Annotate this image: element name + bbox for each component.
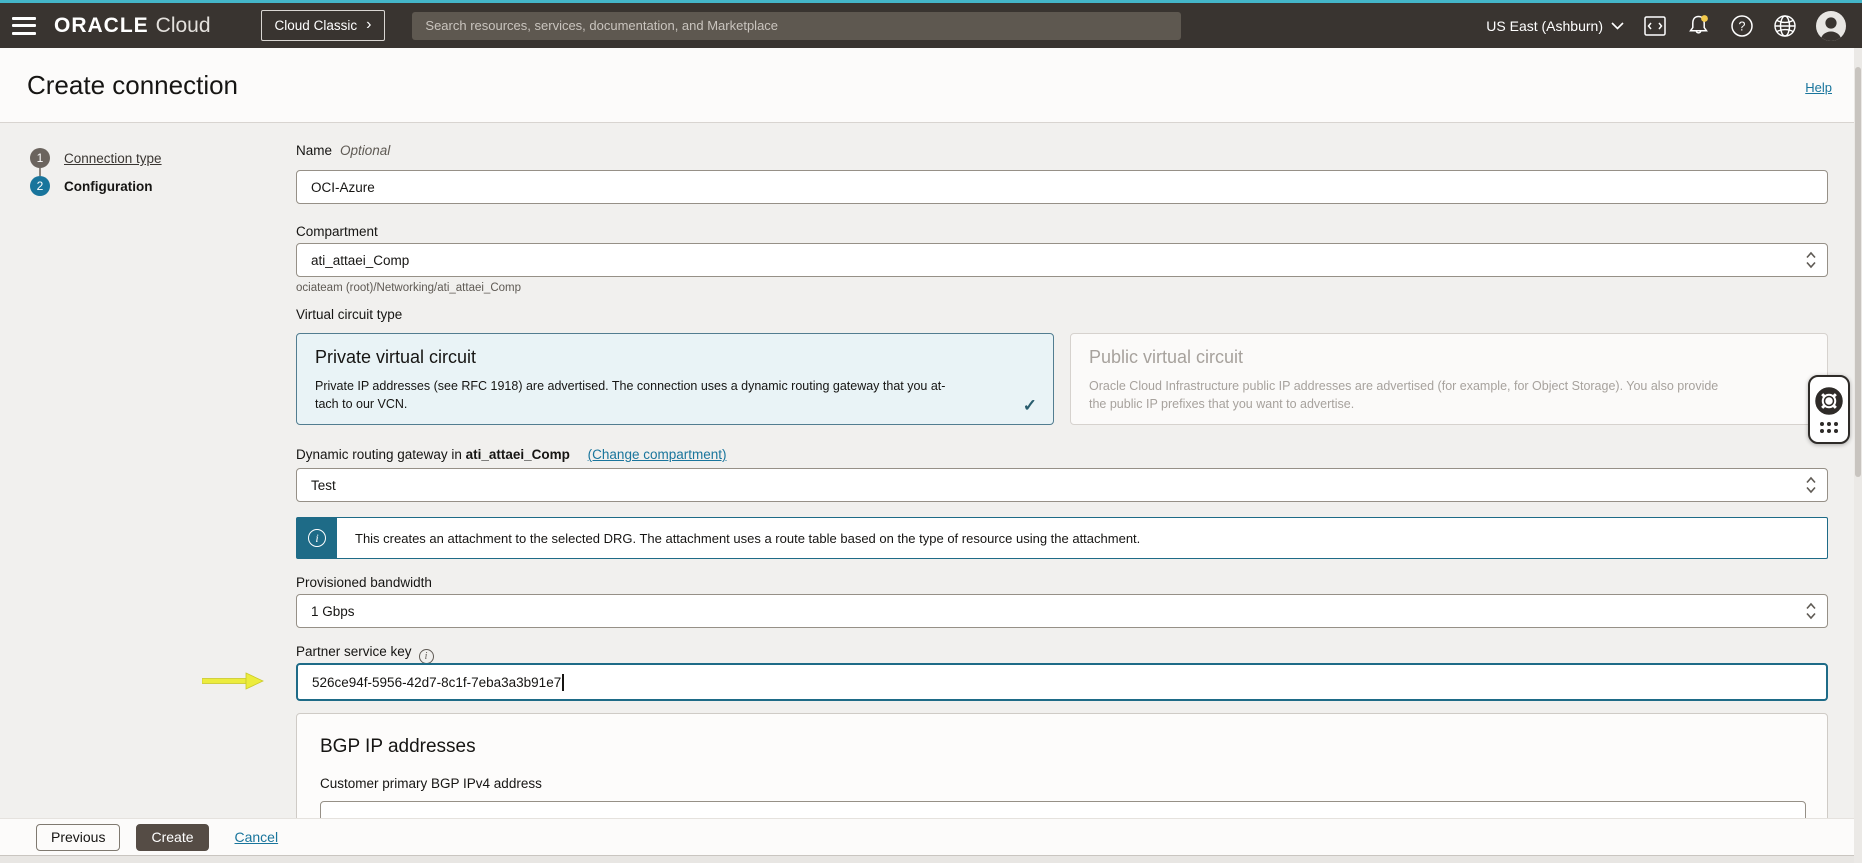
search-input[interactable] xyxy=(412,12,1181,40)
cloud-shell-icon[interactable] xyxy=(1643,14,1667,38)
info-banner-message: This creates an attachment to the select… xyxy=(337,518,1140,558)
drg-label: Dynamic routing gateway in ati_attaei_Co… xyxy=(296,447,726,462)
user-avatar[interactable] xyxy=(1816,11,1846,41)
drg-select[interactable]: Test xyxy=(296,468,1828,502)
help-link[interactable]: Help xyxy=(1805,80,1832,95)
page-header: Create connection Help xyxy=(0,48,1854,123)
public-virtual-circuit-card[interactable]: Public virtual circuit Oracle Cloud Infr… xyxy=(1070,333,1828,425)
text-cursor xyxy=(562,674,564,691)
language-globe-icon[interactable] xyxy=(1773,14,1797,38)
cancel-link[interactable]: Cancel xyxy=(235,829,279,845)
cloud-classic-button[interactable]: Cloud Classic › xyxy=(261,10,386,41)
chevron-right-icon: › xyxy=(366,17,371,33)
brand-oracle: ORACLE xyxy=(54,14,149,38)
compartment-value: ati_attaei_Comp xyxy=(311,253,409,268)
topbar-right-group: US East (Ashburn) ? xyxy=(1486,11,1846,41)
partner-key-info-icon[interactable]: i xyxy=(419,649,434,664)
step-connector xyxy=(39,168,41,176)
vertical-scrollbar-thumb[interactable] xyxy=(1855,67,1861,477)
select-spinner-icon xyxy=(1806,251,1816,269)
customer-primary-bgp-input[interactable] xyxy=(320,801,1806,818)
step-connection-type-link[interactable]: Connection type xyxy=(64,151,162,166)
footer-action-bar: Previous Create Cancel xyxy=(0,818,1854,856)
name-label: NameOptional xyxy=(296,143,390,158)
cloud-classic-label: Cloud Classic xyxy=(275,18,358,33)
virtual-circuit-type-cards: Private virtual circuit Private IP addre… xyxy=(296,333,1828,425)
compartment-select[interactable]: ati_attaei_Comp xyxy=(296,243,1828,277)
change-compartment-link[interactable]: (Change compartment) xyxy=(588,447,727,462)
private-virtual-circuit-card[interactable]: Private virtual circuit Private IP addre… xyxy=(296,333,1054,425)
selected-check-icon: ✓ xyxy=(1023,396,1037,416)
drg-compartment-name: ati_attaei_Comp xyxy=(466,447,570,462)
public-card-description: Oracle Cloud Infrastructure public IP ad… xyxy=(1089,377,1809,413)
main-content: 1 2 Connection type Configuration NameOp… xyxy=(0,123,1854,818)
create-button[interactable]: Create xyxy=(136,824,208,851)
notifications-bell-icon[interactable] xyxy=(1686,13,1711,38)
partner-service-key-input[interactable]: 526ce94f-5956-42d7-8c1f-7eba3a3b91e7 xyxy=(296,663,1828,701)
brand-cloud: Cloud xyxy=(156,14,211,38)
notification-badge xyxy=(1701,15,1708,22)
bgp-ip-addresses-section: BGP IP addresses Customer primary BGP IP… xyxy=(296,713,1828,818)
step-configuration-label: Configuration xyxy=(64,179,152,194)
bandwidth-select[interactable]: 1 Gbps xyxy=(296,594,1828,628)
svg-text:?: ? xyxy=(1739,19,1746,33)
compartment-path: ociateam (root)/Networking/ati_attaei_Co… xyxy=(296,282,521,294)
select-spinner-icon xyxy=(1806,476,1816,494)
bgp-section-title: BGP IP addresses xyxy=(320,736,476,758)
support-helper-widget[interactable] xyxy=(1808,375,1850,444)
bandwidth-value: 1 Gbps xyxy=(311,604,355,619)
region-selector[interactable]: US East (Ashburn) xyxy=(1486,18,1624,34)
drg-value: Test xyxy=(311,478,336,493)
oracle-cloud-logo[interactable]: ORACLE Cloud xyxy=(54,14,211,38)
top-navigation-bar: ORACLE Cloud Cloud Classic › US East (As… xyxy=(0,0,1862,48)
info-icon: i xyxy=(308,529,326,547)
virtual-circuit-type-label: Virtual circuit type xyxy=(296,307,402,322)
chevron-down-icon xyxy=(1611,22,1624,30)
private-card-title: Private virtual circuit xyxy=(315,347,1035,368)
partner-service-key-value: 526ce94f-5956-42d7-8c1f-7eba3a3b91e7 xyxy=(312,675,561,690)
help-question-icon[interactable]: ? xyxy=(1730,14,1754,38)
bandwidth-label: Provisioned bandwidth xyxy=(296,575,432,590)
customer-primary-bgp-label: Customer primary BGP IPv4 address xyxy=(320,776,542,791)
partner-service-key-label: Partner service keyi xyxy=(296,644,434,664)
drag-dots-icon xyxy=(1820,422,1838,433)
private-card-description: Private IP addresses (see RFC 1918) are … xyxy=(315,377,1035,413)
drg-info-banner: i This creates an attachment to the sele… xyxy=(296,517,1828,559)
region-label: US East (Ashburn) xyxy=(1486,18,1603,34)
select-spinner-icon xyxy=(1806,602,1816,620)
name-input[interactable] xyxy=(296,170,1828,204)
step-1-circle: 1 xyxy=(30,148,50,168)
previous-button[interactable]: Previous xyxy=(36,824,120,851)
step-2-circle: 2 xyxy=(30,176,50,196)
compartment-label: Compartment xyxy=(296,224,378,239)
name-optional-hint: Optional xyxy=(340,143,390,158)
lifebuoy-icon xyxy=(1815,387,1843,415)
hamburger-menu-icon[interactable] xyxy=(12,17,36,35)
page-title: Create connection xyxy=(27,70,238,101)
public-card-title: Public virtual circuit xyxy=(1089,347,1809,368)
annotation-arrow-icon xyxy=(202,672,264,690)
info-banner-iconbox: i xyxy=(297,518,337,558)
